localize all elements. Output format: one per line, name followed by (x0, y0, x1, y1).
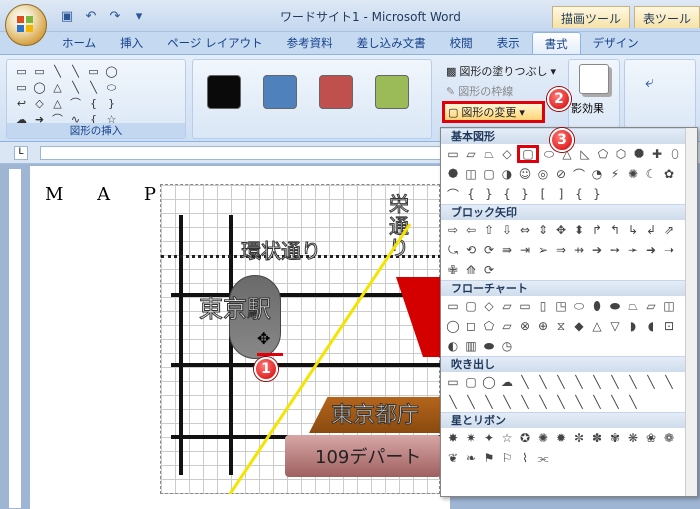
context-tab-drawing[interactable]: 描画ツール (552, 6, 630, 28)
redo-icon[interactable]: ↷ (106, 8, 124, 24)
gallery-row: ▭ ▢ ◇ ▱ ▭ ▯ ◳ ⬭ ⬮ ⬬ ⏢ ⏥ ◫ (447, 298, 675, 314)
save-icon[interactable]: ▣ (58, 8, 76, 24)
tab-mailings[interactable]: 差し込み文書 (345, 32, 438, 54)
shadow-icon[interactable] (579, 64, 609, 94)
vertical-ruler[interactable] (8, 168, 22, 509)
tab-design[interactable]: デザイン (581, 32, 651, 54)
quick-access-toolbar: ▣ ↶ ↷ ▾ (58, 6, 148, 26)
gallery-section-callouts: 吹き出し (441, 356, 697, 372)
gallery-row: ⯄ ◫ ▢ ◑ ☺ ◎ ⊘ ⌒ ◔ ⚡ ✺ ☾ ✿ (448, 166, 675, 182)
shape-icon: ▢ (448, 105, 459, 119)
gallery-row: ⤿ ⟲ ⟳ ⇛ ⇥ ➢ ⇒ ⇸ ➔ ➙ ➛ ➜ ➝ (448, 242, 675, 258)
gallery-row: ◯ ◻ ⬠ ▱ ⊗ ⊕ ⧖ ◆ △ ▽ ◗ ◖ ⊡ (446, 318, 675, 334)
shadow-label: 影効果 (571, 102, 604, 115)
style-swatch-red[interactable] (319, 75, 353, 109)
style-swatch-black[interactable] (207, 75, 241, 109)
step-3-badge: 3 (550, 128, 574, 152)
qat-dropdown-icon[interactable]: ▾ (130, 8, 148, 24)
shape-gallery: 基本図形 ▭ ▱ ⏢ ◇ ▢ ⬭ △ ◺ ⬠ ⬡ ⯃ ✚ ⬯ ⯄ ◫ ▢ ◑ ☺ ◎ ⊘ ⌒ ◔ ⚡ ✺ ☾ ✿ ⌒{}{}[]… (440, 127, 698, 497)
shape-palette[interactable]: ▭ ▭ ╲ ╲ ▭ ◯ ▭ ◯ △ ╲ ╲ ⬭ ↩ ◇ △ ⌒{} ☁ ➜ ⌒ ∿{☆ (13, 64, 120, 127)
gallery-row: ▭ ▢ ◯ ☁ ╲ ╲ ╲ ╲ ╲ ╲ ╲ ╲ ╲ (447, 375, 673, 389)
tab-stop-selector[interactable]: L (14, 146, 28, 160)
tab-format[interactable]: 書式 (531, 32, 581, 54)
step-1-badge: 1 (254, 357, 278, 381)
gallery-section-block-arrows: ブロック矢印 (441, 204, 697, 220)
tab-view[interactable]: 表示 (485, 32, 532, 54)
window-title: ワードサイト1 - Microsoft Word (280, 10, 461, 24)
rotate-icon[interactable]: ⤶ (645, 72, 654, 92)
context-tab-table[interactable]: 表ツール (634, 6, 700, 28)
office-logo-icon (17, 16, 35, 34)
tab-references[interactable]: 参考資料 (275, 32, 345, 54)
chevron-down-icon: ▾ (519, 105, 525, 119)
ribbon-tabs: ホーム 挿入 ページ レイアウト 参考資料 差し込み文書 校閲 表示 書式 デザ… (50, 32, 651, 54)
gallery-row: ╲ ╲ ╲ ╲ ╲ ╲ ╲ ╲ ╲ ╲ ╲ (449, 395, 637, 409)
shape-outline-button[interactable]: ✎ 図形の枠線 (446, 83, 513, 99)
gallery-row: ◐ ▥ ⬬ ◷ (447, 338, 513, 354)
tab-insert[interactable]: 挿入 (108, 32, 155, 54)
gallery-section-stars: 星とリボン (441, 412, 697, 428)
gallery-section-flowchart: フローチャート (441, 280, 697, 296)
context-tabs: 描画ツール 表ツール (552, 6, 700, 28)
shape-fill-button[interactable]: ▩ 図形の塗りつぶし ▾ (446, 63, 556, 79)
style-swatch-green[interactable] (375, 75, 409, 109)
paint-bucket-icon: ▩ (446, 64, 457, 78)
tab-home[interactable]: ホーム (50, 32, 108, 54)
tab-review[interactable]: 校閲 (438, 32, 485, 54)
diagonal-line (228, 223, 412, 494)
insert-shapes-group: ▭ ▭ ╲ ╲ ▭ ◯ ▭ ◯ △ ╲ ╲ ⬭ ↩ ◇ △ ⌒{} ☁ ➜ ⌒ ∿{☆ 図形の挿入 (6, 59, 186, 139)
insert-shapes-label: 図形の挿入 (7, 123, 185, 138)
map-heading: M A P (45, 184, 170, 205)
office-button[interactable] (5, 4, 47, 46)
gallery-row: ⇨ ⇦ ⇧ ⇩ ⇔ ⇕ ✥ ⬍ ↱ ↰ ↳ ↲ ⇗ (447, 223, 675, 237)
gallery-row: ✸ ✷ ✦ ☆ ✪ ✺ ✹ ✼ ✽ ✾ ❋ ❀ ❁ (447, 431, 675, 445)
gallery-row: ⌒{}{}[]{} (446, 187, 601, 202)
gallery-row: ❦ ❧ ⚑ ⚐ ⌇ ⫘ (447, 450, 549, 466)
style-swatch-blue[interactable] (263, 75, 297, 109)
pen-icon: ✎ (446, 84, 456, 98)
chevron-down-icon: ▾ (550, 64, 557, 78)
change-shape-button[interactable]: ▢ 図形の変更 ▾ (442, 101, 545, 123)
step-2-badge: 2 (547, 87, 571, 111)
gallery-scrollbar[interactable] (685, 128, 697, 496)
gallery-row: ✙ ⟰ ⟳ (447, 263, 495, 277)
undo-icon[interactable]: ↶ (82, 8, 100, 24)
shape-styles-group (192, 59, 432, 139)
tab-page-layout[interactable]: ページ レイアウト (155, 32, 274, 54)
horizontal-ruler[interactable] (40, 146, 450, 160)
